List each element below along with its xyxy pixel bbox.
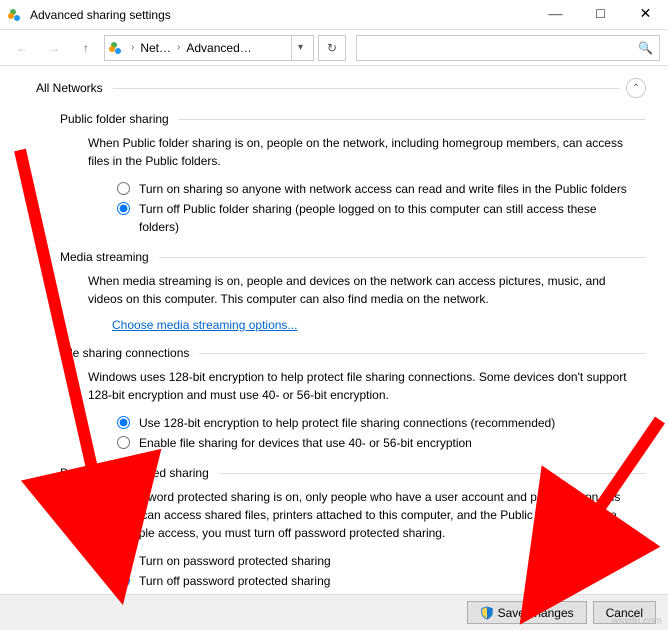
- breadcrumb-icon: [109, 40, 125, 56]
- radio-public-on[interactable]: Turn on sharing so anyone with network a…: [112, 180, 636, 198]
- breadcrumb-item-advanced[interactable]: Advanced…: [186, 41, 251, 55]
- section-password-sharing: Password protected sharing: [60, 466, 209, 480]
- shield-icon: [480, 606, 494, 620]
- radio-input-public-off[interactable]: [117, 202, 130, 215]
- title-bar: Advanced sharing settings — □ ✕: [0, 0, 668, 30]
- group-title: All Networks: [36, 81, 103, 95]
- media-options-link[interactable]: Choose media streaming options...: [112, 318, 646, 332]
- section-media-streaming: Media streaming: [60, 250, 149, 264]
- radio-input-4056bit[interactable]: [117, 436, 130, 449]
- radio-input-password-on[interactable]: [117, 554, 130, 567]
- app-icon: [8, 7, 24, 23]
- nav-toolbar: ← → ↑ › Net… › Advanced… ▾ ↻ 🔍: [0, 30, 668, 66]
- breadcrumb-bar[interactable]: › Net… › Advanced… ▾: [104, 35, 314, 61]
- up-button[interactable]: ↑: [72, 34, 100, 62]
- forward-button[interactable]: →: [40, 34, 68, 62]
- collapse-button[interactable]: ⌃: [626, 78, 646, 98]
- search-icon: 🔍: [638, 41, 653, 55]
- search-box[interactable]: 🔍: [356, 35, 660, 61]
- radio-public-off[interactable]: Turn off Public folder sharing (people l…: [112, 200, 636, 236]
- breadcrumb-item-network[interactable]: Net…: [140, 41, 171, 55]
- radio-input-public-on[interactable]: [117, 182, 130, 195]
- public-folder-desc: When Public folder sharing is on, people…: [88, 134, 636, 170]
- chevron-right-icon: ›: [129, 42, 136, 53]
- maximize-button[interactable]: □: [578, 0, 623, 30]
- password-desc: When password protected sharing is on, o…: [88, 488, 636, 542]
- group-all-networks[interactable]: All Networks ⌃: [36, 78, 646, 98]
- window-title: Advanced sharing settings: [30, 8, 533, 22]
- filesharing-desc: Windows uses 128-bit encryption to help …: [88, 368, 636, 404]
- refresh-button[interactable]: ↻: [318, 35, 346, 61]
- radio-4056bit[interactable]: Enable file sharing for devices that use…: [112, 434, 636, 452]
- back-button[interactable]: ←: [8, 34, 36, 62]
- radio-password-off[interactable]: Turn off password protected sharing: [112, 572, 636, 590]
- watermark: wsxdn.com: [612, 616, 662, 627]
- radio-password-on[interactable]: Turn on password protected sharing: [112, 552, 636, 570]
- section-public-folder-sharing: Public folder sharing: [60, 112, 169, 126]
- radio-128bit[interactable]: Use 128-bit encryption to help protect f…: [112, 414, 636, 432]
- section-file-sharing: File sharing connections: [60, 346, 189, 360]
- save-changes-button[interactable]: Save changes: [467, 601, 587, 624]
- content-pane: All Networks ⌃ Public folder sharing Whe…: [0, 66, 668, 594]
- radio-input-password-off[interactable]: [117, 574, 130, 587]
- search-input[interactable]: [363, 40, 638, 56]
- media-desc: When media streaming is on, people and d…: [88, 272, 636, 308]
- minimize-button[interactable]: —: [533, 0, 578, 30]
- chevron-right-icon: ›: [175, 42, 182, 53]
- breadcrumb-dropdown[interactable]: ▾: [291, 36, 309, 60]
- radio-input-128bit[interactable]: [117, 416, 130, 429]
- close-button[interactable]: ✕: [623, 0, 668, 30]
- footer-bar: Save changes Cancel: [0, 594, 668, 630]
